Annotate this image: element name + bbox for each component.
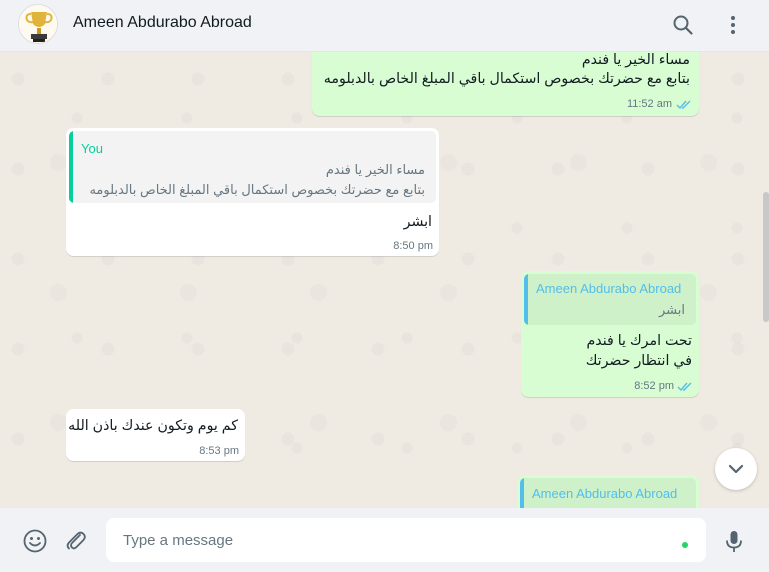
quote-accent-bar <box>520 478 524 508</box>
chat-header: Ameen Abdurabo Abroad <box>0 0 769 52</box>
message-bubble-incoming[interactable]: You مساء الخير يا فندم بتابع مع حضرتك بخ… <box>66 128 439 256</box>
message-bubble-outgoing[interactable]: مساء الخير يا فندم بتابع مع حضرتك بخصوص … <box>312 52 699 116</box>
chevron-down-icon <box>728 464 744 474</box>
quote-author: Ameen Abdurabo Abroad <box>536 281 682 296</box>
scroll-to-bottom-button[interactable] <box>715 448 757 490</box>
paperclip-icon[interactable] <box>63 528 89 554</box>
scrollbar-thumb[interactable] <box>763 192 769 322</box>
message-text: بتابع مع حضرتك بخصوص استكمال باقي المبلغ… <box>323 71 690 87</box>
message-input[interactable] <box>106 518 706 562</box>
message-text: في انتظار حضرتك <box>585 353 692 369</box>
quote-author: Ameen Abdurabo Abroad <box>532 486 678 501</box>
message-bubble-outgoing[interactable]: Ameen Abdurabo Abroad <box>517 475 699 508</box>
status-dot <box>682 542 688 548</box>
message-time: 8:52 pm <box>634 380 674 392</box>
message-time: 8:53 pm <box>199 445 239 457</box>
contact-name[interactable]: Ameen Abdurabo Abroad <box>73 14 252 32</box>
message-text: تحت امرك يا فندم <box>586 333 693 349</box>
message-time: 11:52 am <box>626 98 672 110</box>
message-time: 8:50 pm <box>393 240 433 252</box>
search-icon[interactable] <box>671 13 695 37</box>
quote-text: مساء الخير يا فندم <box>325 162 425 177</box>
quote-text: بتابع مع حضرتك بخصوص استكمال باقي المبلغ… <box>89 182 425 197</box>
contact-avatar[interactable] <box>18 4 58 44</box>
quote-accent-bar <box>69 131 73 203</box>
quoted-message[interactable]: You مساء الخير يا فندم بتابع مع حضرتك بخ… <box>69 131 436 203</box>
microphone-icon[interactable] <box>721 528 747 554</box>
kebab-menu-icon[interactable] <box>721 13 745 37</box>
read-ticks-icon <box>677 382 692 392</box>
message-text: ابشر <box>403 214 432 230</box>
message-text: كم يوم وتكون عندك باذن الله <box>68 418 238 434</box>
quote-accent-bar <box>524 274 528 325</box>
read-ticks-icon <box>676 100 691 110</box>
quoted-message[interactable]: Ameen Abdurabo Abroad <box>520 478 696 508</box>
message-bubble-incoming[interactable]: كم يوم وتكون عندك باذن الله 8:53 pm <box>66 409 245 461</box>
quoted-message[interactable]: Ameen Abdurabo Abroad ابشر <box>524 274 696 325</box>
compose-bar <box>0 508 769 572</box>
quote-author: You <box>81 141 103 156</box>
message-bubble-outgoing[interactable]: Ameen Abdurabo Abroad ابشر تحت امرك يا ف… <box>521 271 699 397</box>
conversation-panel: مساء الخير يا فندم بتابع مع حضرتك بخصوص … <box>0 52 769 508</box>
message-text: مساء الخير يا فندم <box>581 52 690 68</box>
quote-text: ابشر <box>659 302 685 317</box>
trophy-avatar-icon <box>19 5 57 43</box>
emoji-icon[interactable] <box>22 528 48 554</box>
